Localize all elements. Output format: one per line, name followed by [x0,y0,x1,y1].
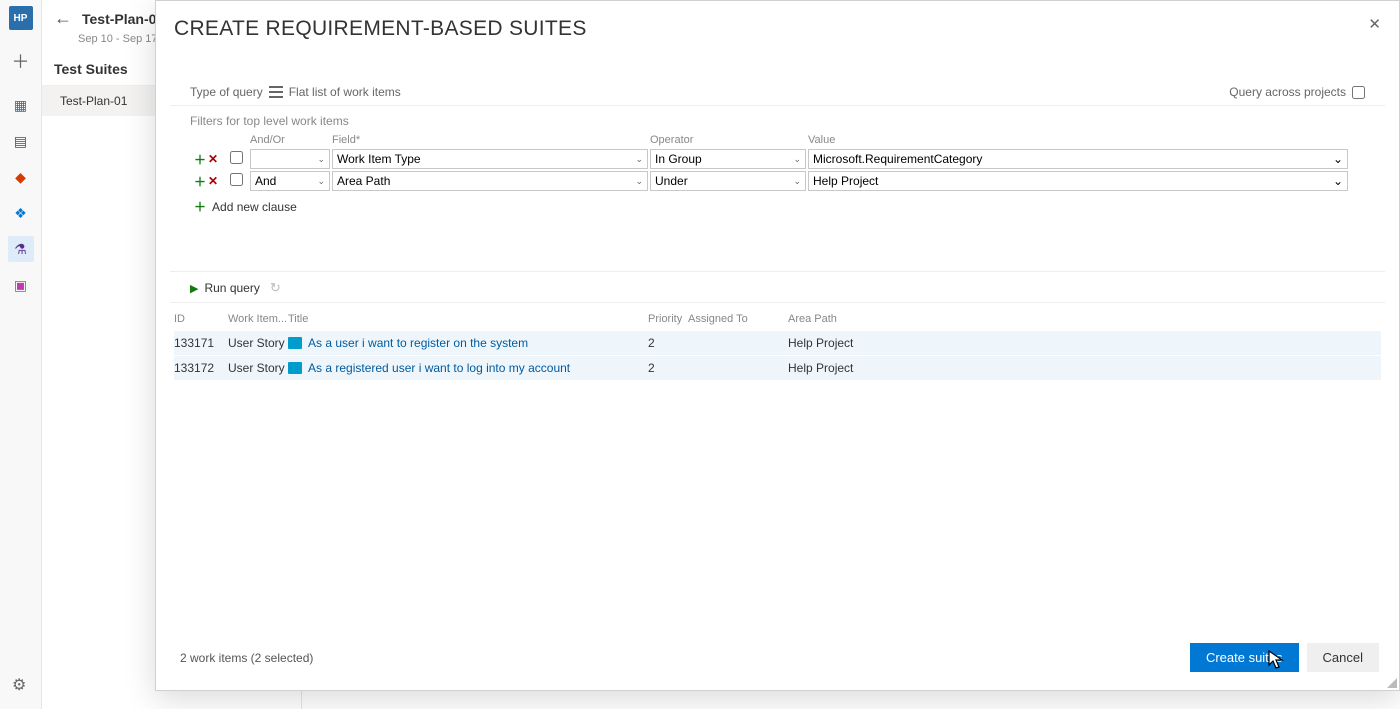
cell-wit: User Story [228,361,288,375]
chevron-down-icon: ⌄ [1333,174,1343,188]
cell-area: Help Project [788,361,988,375]
result-row[interactable]: 133171User StoryAs a user i want to regi… [174,331,1381,356]
clause-row: ＋✕⌄Work Item Type⌄In Group⌄Microsoft.Req… [190,148,1365,170]
col-operator: Operator [650,134,808,146]
remove-clause-icon[interactable]: ✕ [208,174,218,188]
operator-select[interactable]: Under⌄ [650,171,806,191]
query-type-value[interactable]: Flat list of work items [289,85,401,99]
col-andor: And/Or [250,134,332,146]
query-across-checkbox[interactable] [1352,86,1365,99]
cell-wit: User Story [228,336,288,350]
plus-icon: ＋ [194,198,206,215]
user-story-icon [288,362,302,374]
cell-id: 133171 [174,336,228,350]
filters-label: Filters for top level work items [170,106,1385,130]
col-field: Field* [332,134,650,146]
repos-icon[interactable]: ▤ [8,128,34,154]
col-id: ID [174,313,228,325]
back-icon[interactable]: ← [54,8,72,29]
query-across-projects[interactable]: Query across projects [1229,85,1365,99]
result-row[interactable]: 133172User StoryAs a registered user i w… [174,356,1381,381]
pipelines-icon[interactable]: ◆ [8,164,34,190]
add-icon[interactable]: ＋ [12,48,30,74]
boards-icon[interactable]: ▦ [8,92,34,118]
query-across-label: Query across projects [1229,85,1346,99]
cell-priority: 2 [648,336,688,350]
cancel-button[interactable]: Cancel [1307,643,1379,672]
settings-icon[interactable]: ⚙ [12,675,26,695]
plan-title: Test-Plan-01 [82,11,164,27]
nav-rail: HP ＋ ▦ ▤ ◆ ❖ ⚗ ▣ ⚙ [0,0,42,709]
chevron-down-icon: ⌄ [793,154,801,165]
operator-select[interactable]: In Group⌄ [650,149,806,169]
field-select[interactable]: Work Item Type⌄ [332,149,648,169]
cell-id: 133172 [174,361,228,375]
close-icon[interactable]: ✕ [1364,11,1385,37]
chevron-down-icon: ⌄ [317,176,325,187]
andor-select[interactable]: ⌄ [250,149,330,169]
chevron-down-icon: ⌄ [317,154,325,165]
workitem-link[interactable]: As a user i want to register on the syst… [288,336,648,350]
testplans-icon[interactable]: ⚗ [8,236,34,262]
col-priority: Priority [648,313,688,325]
value-input[interactable]: Help Project⌄ [808,171,1348,191]
add-clause-icon[interactable]: ＋ [194,173,206,190]
refresh-icon: ↻ [270,280,281,296]
create-suites-button[interactable]: Create suites [1190,643,1299,672]
clause-row: ＋✕ And⌄Area Path⌄Under⌄Help Project⌄ [190,170,1365,192]
project-badge[interactable]: HP [9,6,33,30]
play-icon: ▶ [190,282,198,295]
add-new-clause[interactable]: ＋ Add new clause [190,192,1365,215]
overview-icon[interactable]: ▣ [8,272,34,298]
value-input[interactable]: Microsoft.RequirementCategory⌄ [808,149,1348,169]
add-clause-label: Add new clause [212,200,297,214]
field-select[interactable]: Area Path⌄ [332,171,648,191]
col-wit: Work Item... [228,313,288,325]
add-clause-icon[interactable]: ＋ [194,151,206,168]
chevron-down-icon: ⌄ [635,154,643,165]
resize-handle[interactable] [1385,676,1397,688]
chevron-down-icon: ⌄ [635,176,643,187]
flat-list-icon [269,86,283,98]
andor-select[interactable]: And⌄ [250,171,330,191]
remove-clause-icon[interactable]: ✕ [208,152,218,166]
cell-area: Help Project [788,336,988,350]
col-assigned: Assigned To [688,313,788,325]
col-area: Area Path [788,313,988,325]
selection-status: 2 work items (2 selected) [180,651,313,665]
create-suites-dialog: ✕ CREATE REQUIREMENT-BASED SUITES Type o… [155,0,1400,691]
workitem-link[interactable]: As a registered user i want to log into … [288,361,648,375]
clause-checkbox[interactable] [230,151,243,164]
col-title: Title [288,313,648,325]
user-story-icon [288,337,302,349]
chevron-down-icon: ⌄ [1333,152,1343,166]
cell-priority: 2 [648,361,688,375]
query-type-label: Type of query [190,85,263,99]
clause-checkbox[interactable] [230,173,243,186]
run-query-button[interactable]: ▶ Run query [190,281,260,295]
chevron-down-icon: ⌄ [793,176,801,187]
artifacts-icon[interactable]: ❖ [8,200,34,226]
dialog-title: CREATE REQUIREMENT-BASED SUITES [156,1,1399,41]
col-value: Value [808,134,1348,146]
run-query-label: Run query [204,281,259,295]
